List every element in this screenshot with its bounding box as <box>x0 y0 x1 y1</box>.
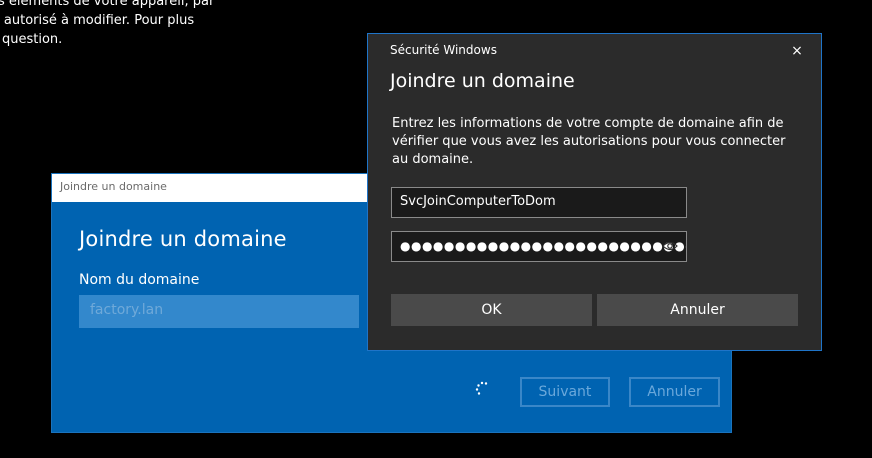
background-text: Les éléments de votre appareil, par es a… <box>0 0 214 49</box>
loading-spinner-icon <box>475 381 488 395</box>
background-text-line: es autorisé à modifier. Pour plus <box>0 13 195 28</box>
security-cancel-button[interactable]: Annuler <box>597 294 798 326</box>
security-dialog-description: Entrez les informations de votre compte … <box>392 116 786 167</box>
security-dialog-title: Sécurité Windows <box>390 43 497 57</box>
background-text-line: Les éléments de votre appareil, par <box>0 0 215 9</box>
join-dialog-title: Joindre un domaine <box>60 180 167 193</box>
background-text-line: question. <box>2 32 63 47</box>
join-cancel-button[interactable]: Annuler <box>629 377 720 407</box>
security-dialog-heading: Joindre un domaine <box>390 70 575 92</box>
join-dialog-heading: Joindre un domaine <box>79 227 287 251</box>
password-mask: ●●●●●●●●●●●●●●●●●●●●●●●●●●● <box>400 239 687 253</box>
domain-name-input[interactable]: factory.lan <box>79 295 359 328</box>
windows-security-dialog: Sécurité Windows × Joindre un domaine En… <box>367 33 822 351</box>
ok-button[interactable]: OK <box>391 294 592 326</box>
next-button[interactable]: Suivant <box>520 377 610 407</box>
username-input[interactable]: SvcJoinComputerToDom <box>391 187 687 218</box>
close-icon[interactable]: × <box>788 42 806 60</box>
eye-reveal-icon[interactable] <box>662 238 678 254</box>
password-input[interactable]: ●●●●●●●●●●●●●●●●●●●●●●●●●●● <box>391 231 687 262</box>
domain-name-label: Nom du domaine <box>79 272 200 288</box>
